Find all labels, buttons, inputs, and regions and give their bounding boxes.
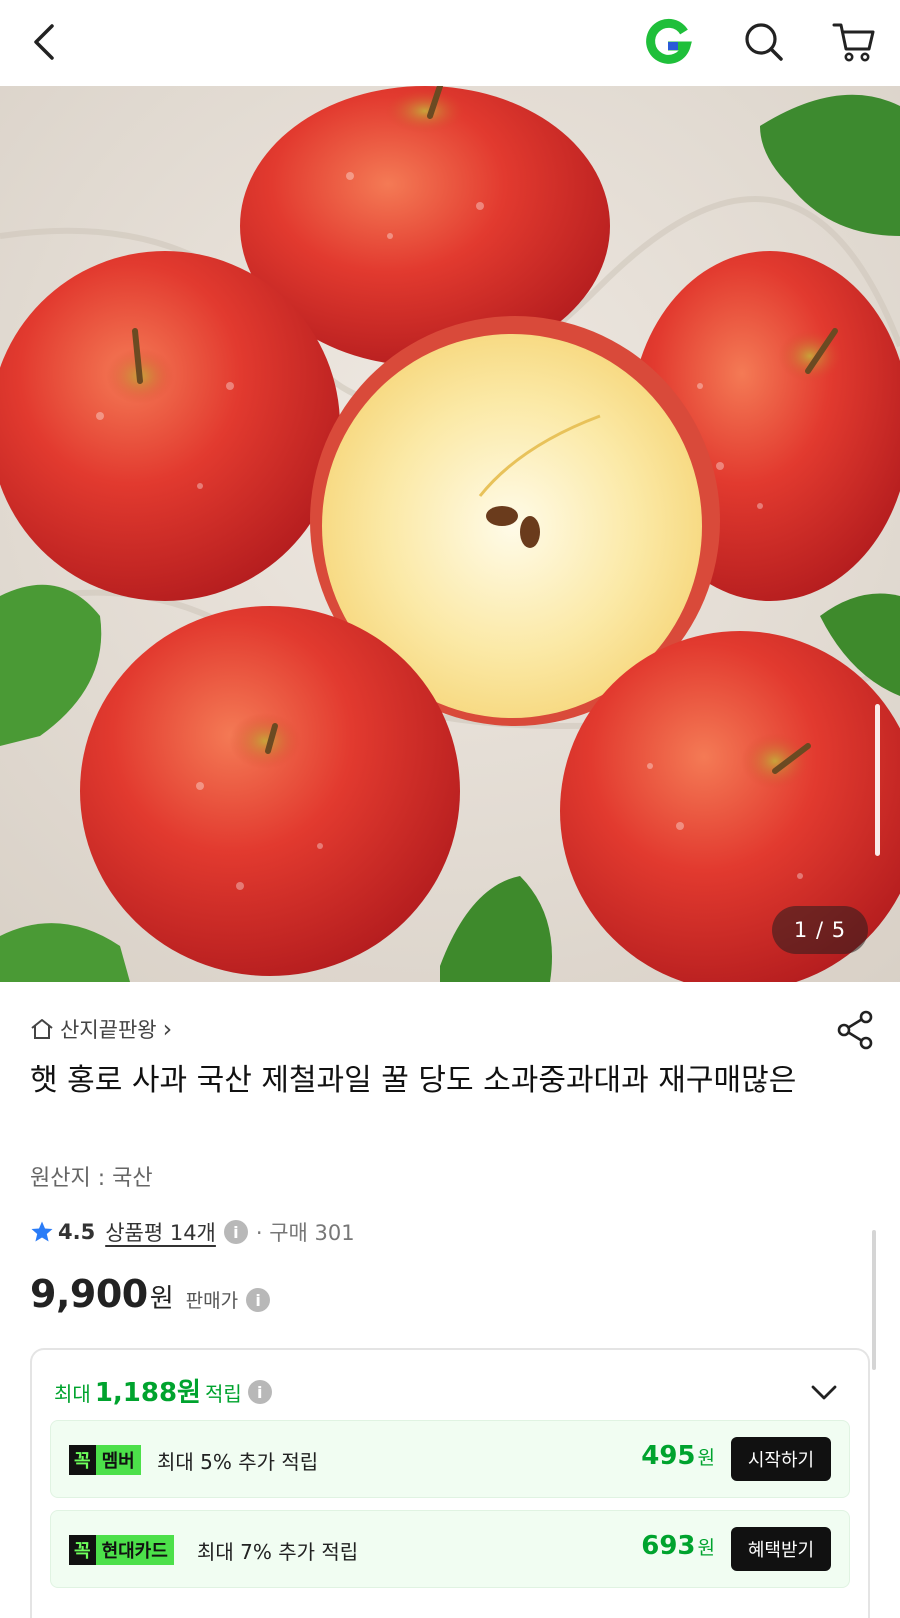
share-icon bbox=[837, 1010, 873, 1050]
product-image-carousel[interactable]: 1 / 5 bbox=[0, 86, 900, 982]
star-icon bbox=[31, 1221, 53, 1242]
rating-value: 4.5 bbox=[58, 1220, 96, 1244]
rewards-panel: 최대 1,188원 적립 i 꼭 멤버 최대 5% 추가 적립 495 원 시작… bbox=[30, 1348, 870, 1618]
search-icon bbox=[745, 23, 783, 61]
perk-amount-value: 693 bbox=[641, 1531, 696, 1561]
card-badge: 꼭 현대카드 bbox=[69, 1535, 174, 1565]
info-icon[interactable]: i bbox=[223, 1220, 248, 1244]
price-label: 판매가 bbox=[185, 1290, 239, 1312]
share-button[interactable] bbox=[834, 1008, 878, 1052]
back-button[interactable] bbox=[16, 14, 72, 70]
perk-description: 최대 5% 추가 적립 bbox=[157, 1449, 319, 1474]
rewards-amount: 1,188원 bbox=[94, 1378, 201, 1408]
image-scroll-indicator bbox=[875, 704, 880, 856]
image-page-counter: 1 / 5 bbox=[772, 906, 868, 954]
store-link[interactable]: 산지끝판왕 › bbox=[30, 1012, 172, 1046]
badge-text: 멤버 bbox=[95, 1445, 141, 1475]
price-row: 9,900 원 판매가 i bbox=[30, 1272, 271, 1328]
gmarket-g-logo-icon bbox=[646, 18, 692, 64]
get-benefit-button[interactable]: 혜택받기 bbox=[731, 1527, 831, 1571]
chevron-right-icon: › bbox=[162, 1015, 173, 1043]
price-info-icon[interactable]: i bbox=[246, 1288, 271, 1312]
cart-button[interactable] bbox=[826, 14, 882, 70]
apple-product-image bbox=[0, 86, 900, 982]
perk-row-hyundai-card: 꼭 현대카드 최대 7% 추가 적립 693 원 혜택받기 bbox=[50, 1510, 850, 1588]
rewards-suffix: 적립 bbox=[204, 1382, 242, 1406]
perk-amount-value: 495 bbox=[641, 1441, 696, 1471]
perk-amount-unit: 원 bbox=[697, 1537, 715, 1559]
purchase-count: · 구매 301 bbox=[255, 1221, 355, 1245]
price-value: 9,900 bbox=[30, 1272, 148, 1316]
rewards-info-icon[interactable]: i bbox=[247, 1380, 272, 1404]
cart-icon bbox=[832, 23, 875, 62]
back-arrow-icon bbox=[34, 24, 54, 60]
rewards-summary[interactable]: 최대 1,188원 적립 i bbox=[54, 1372, 272, 1412]
rewards-prefix: 최대 bbox=[54, 1382, 91, 1406]
chevron-down-icon bbox=[811, 1385, 837, 1400]
product-title: 햇 홍로 사과 국산 제철과일 꿀 당도 소과중과대과 재구매많은 bbox=[30, 1063, 797, 1098]
price-currency: 원 bbox=[149, 1284, 174, 1314]
perk-amount: 495 원 bbox=[641, 1441, 715, 1477]
start-member-button[interactable]: 시작하기 bbox=[731, 1437, 831, 1481]
perk-amount-unit: 원 bbox=[697, 1447, 715, 1469]
page-scrollbar[interactable] bbox=[872, 1230, 876, 1370]
perk-row-member: 꼭 멤버 최대 5% 추가 적립 495 원 시작하기 bbox=[50, 1420, 850, 1498]
badge-kkok: 꼭 bbox=[69, 1445, 96, 1475]
badge-kkok: 꼭 bbox=[69, 1535, 96, 1565]
rewards-expand-button[interactable] bbox=[810, 1380, 838, 1404]
store-name: 산지끝판왕 bbox=[60, 1018, 157, 1042]
gmarket-home-button[interactable] bbox=[640, 14, 696, 70]
perk-description: 최대 7% 추가 적립 bbox=[197, 1539, 359, 1564]
search-button[interactable] bbox=[736, 14, 792, 70]
product-origin: 원산지 : 국산 bbox=[30, 1166, 153, 1191]
review-count-link[interactable]: 상품평 14개 bbox=[105, 1217, 216, 1247]
member-badge: 꼭 멤버 bbox=[69, 1445, 141, 1475]
perk-amount: 693 원 bbox=[641, 1531, 715, 1567]
badge-text: 현대카드 bbox=[95, 1535, 174, 1565]
top-navigation-bar bbox=[0, 0, 900, 86]
rating-row: 4.5 상품평 14개 i · 구매 301 bbox=[30, 1214, 355, 1250]
home-icon bbox=[31, 1019, 53, 1039]
